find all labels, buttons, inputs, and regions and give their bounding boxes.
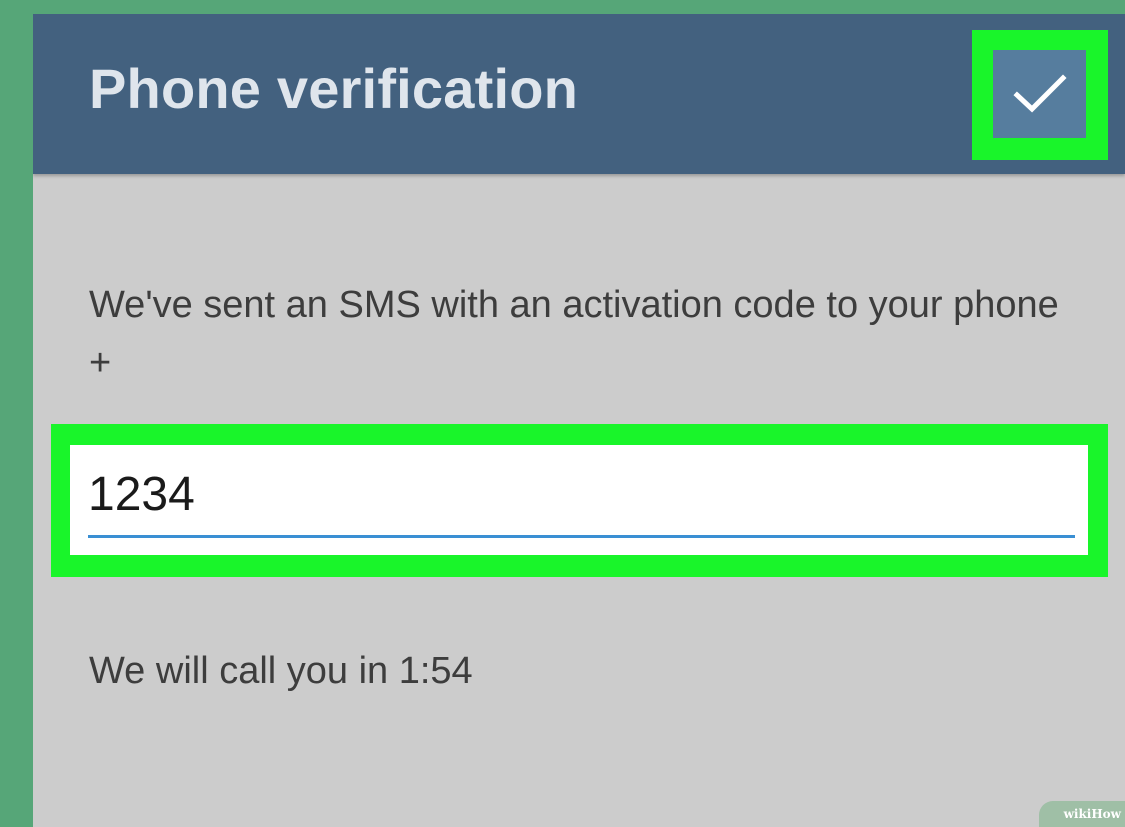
confirm-button[interactable] bbox=[993, 50, 1086, 138]
phone-verification-screen: Phone verification We've sent an SMS wit… bbox=[33, 14, 1125, 827]
wikihow-watermark: wikiHow bbox=[1039, 801, 1125, 827]
code-field-highlight bbox=[51, 424, 1108, 577]
check-icon bbox=[1012, 74, 1067, 113]
input-underline bbox=[88, 535, 1075, 538]
activation-code-field[interactable] bbox=[70, 445, 1088, 555]
activation-code-input[interactable] bbox=[88, 459, 1068, 529]
call-countdown: We will call you in 1:54 bbox=[89, 650, 473, 692]
confirm-button-highlight bbox=[972, 30, 1108, 160]
page-title: Phone verification bbox=[89, 57, 579, 120]
sms-sent-message: We've sent an SMS with an activation cod… bbox=[89, 284, 1059, 384]
app-header: Phone verification bbox=[33, 14, 1125, 174]
